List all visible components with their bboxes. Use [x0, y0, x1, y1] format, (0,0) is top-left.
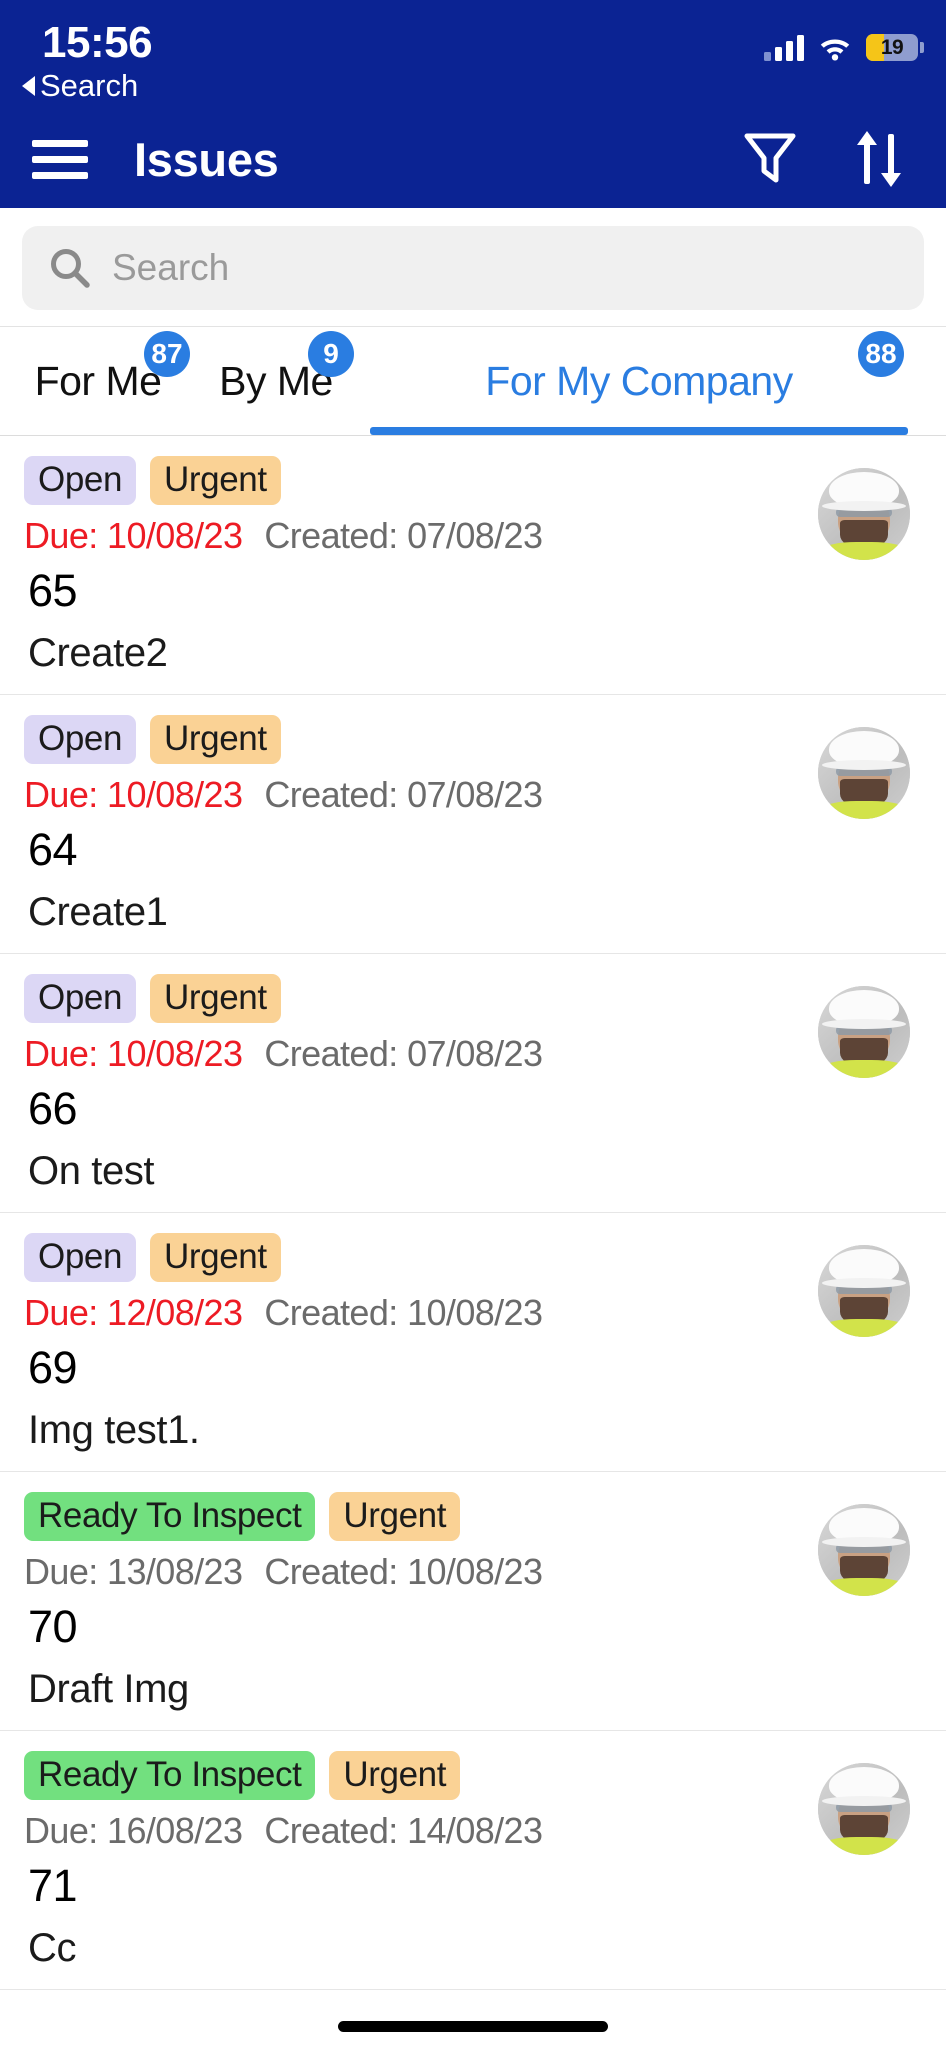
- status-bar: 15:56 Search 19: [0, 14, 946, 110]
- issue-title: Img test1.: [28, 1408, 200, 1452]
- issue-dates: Due: 12/08/23 Created: 10/08/23: [24, 1292, 922, 1334]
- back-to-search-link[interactable]: Search: [22, 68, 138, 104]
- issue-id: 70: [28, 1601, 78, 1652]
- issue-scope-tabs: For Me 87 By Me 9 For My Company 88: [0, 326, 946, 436]
- search-section: [0, 208, 946, 326]
- created-date: Created: 14/08/23: [264, 1810, 543, 1851]
- issue-dates: Due: 10/08/23 Created: 07/08/23: [24, 774, 922, 816]
- search-input[interactable]: [112, 247, 898, 289]
- issue-list-item[interactable]: Ready To Inspect Urgent Due: 13/08/23 Cr…: [0, 1472, 946, 1731]
- issue-list-item[interactable]: Open Urgent Due: 10/08/23 Created: 07/08…: [0, 436, 946, 695]
- issue-badges: Ready To Inspect Urgent: [24, 1751, 922, 1800]
- due-date: Due: 10/08/23: [24, 515, 243, 556]
- assignee-avatar[interactable]: [818, 727, 910, 819]
- filter-funnel-icon[interactable]: [742, 129, 798, 189]
- issue-id: 65: [28, 565, 78, 616]
- priority-badge: Urgent: [150, 715, 281, 764]
- status-badge: Open: [24, 715, 137, 764]
- battery-level-label: 19: [880, 35, 904, 59]
- status-badge: Ready To Inspect: [24, 1751, 316, 1800]
- tab-by-me-badge: 9: [308, 331, 354, 377]
- navigation-bar: Issues: [0, 110, 946, 208]
- created-date: Created: 10/08/23: [264, 1551, 543, 1592]
- tab-by-me[interactable]: By Me 9: [206, 327, 354, 435]
- created-date: Created: 07/08/23: [264, 515, 543, 556]
- top-chrome: 15:56 Search 19 Issues: [0, 0, 946, 208]
- assignee-avatar[interactable]: [818, 1763, 910, 1855]
- status-badge: Open: [24, 1233, 137, 1282]
- nav-actions: [742, 128, 914, 190]
- issue-title: On test: [28, 1149, 155, 1193]
- tab-for-my-company-underline: [370, 427, 908, 435]
- status-badge: Open: [24, 456, 137, 505]
- back-chevron-icon: [22, 76, 35, 96]
- tab-for-my-company-label: For My Company: [485, 357, 793, 404]
- issue-list-item[interactable]: Open Urgent Due: 12/08/23 Created: 10/08…: [0, 1213, 946, 1472]
- issue-dates: Due: 13/08/23 Created: 10/08/23: [24, 1551, 922, 1593]
- priority-badge: Urgent: [329, 1492, 461, 1541]
- issue-list-item[interactable]: Ready To Inspect Urgent Due: 16/08/23 Cr…: [0, 1731, 946, 1990]
- status-indicators: 19: [764, 34, 924, 61]
- priority-badge: Urgent: [150, 456, 281, 505]
- created-date: Created: 07/08/23: [264, 1033, 543, 1074]
- issue-id: 64: [28, 824, 78, 875]
- issue-id: 66: [28, 1083, 78, 1134]
- assignee-avatar[interactable]: [818, 1245, 910, 1337]
- due-date: Due: 10/08/23: [24, 774, 243, 815]
- issue-title: Draft Img: [28, 1667, 189, 1711]
- issue-dates: Due: 10/08/23 Created: 07/08/23: [24, 1033, 922, 1075]
- search-bar[interactable]: [22, 226, 924, 310]
- battery-icon: 19: [866, 34, 924, 61]
- sort-arrows-icon[interactable]: [854, 128, 904, 190]
- home-indicator: [338, 2021, 608, 2032]
- assignee-avatar[interactable]: [818, 986, 910, 1078]
- issue-title: Create2: [28, 631, 168, 675]
- page-title: Issues: [134, 132, 279, 186]
- back-link-label: Search: [40, 68, 139, 103]
- issue-badges: Open Urgent: [24, 1233, 922, 1282]
- tab-for-me-badge: 87: [144, 331, 190, 377]
- issue-id: 69: [28, 1342, 78, 1393]
- assignee-avatar[interactable]: [818, 468, 910, 560]
- issue-list-item[interactable]: Open Urgent Due: 10/08/23 Created: 07/08…: [0, 695, 946, 954]
- wifi-icon: [818, 35, 852, 61]
- tab-for-my-company-badge: 88: [858, 331, 904, 377]
- issue-badges: Open Urgent: [24, 974, 922, 1023]
- issue-id: 71: [28, 1860, 78, 1911]
- tab-for-me[interactable]: For Me 87: [0, 327, 196, 435]
- issue-list[interactable]: Open Urgent Due: 10/08/23 Created: 07/08…: [0, 436, 946, 2048]
- issue-list-item[interactable]: Open Urgent Due: 10/08/23 Created: 07/08…: [0, 954, 946, 1213]
- issue-title: Cc: [28, 1926, 77, 1970]
- hamburger-menu-icon[interactable]: [32, 139, 88, 179]
- created-date: Created: 10/08/23: [264, 1292, 543, 1333]
- due-date: Due: 12/08/23: [24, 1292, 243, 1333]
- due-date: Due: 13/08/23: [24, 1551, 243, 1592]
- issue-badges: Open Urgent: [24, 456, 922, 505]
- issue-badges: Open Urgent: [24, 715, 922, 764]
- tab-for-me-label: For Me: [34, 357, 162, 404]
- issue-dates: Due: 10/08/23 Created: 07/08/23: [24, 515, 922, 557]
- cellular-signal-icon: [764, 34, 804, 61]
- status-badge: Open: [24, 974, 137, 1023]
- status-badge: Ready To Inspect: [24, 1492, 316, 1541]
- assignee-avatar[interactable]: [818, 1504, 910, 1596]
- created-date: Created: 07/08/23: [264, 774, 543, 815]
- priority-badge: Urgent: [150, 1233, 281, 1282]
- phone-screen: 15:56 Search 19 Issues Search For Me 87 …: [0, 0, 946, 2048]
- issue-dates: Due: 16/08/23 Created: 14/08/23: [24, 1810, 922, 1852]
- search-icon: [48, 246, 92, 290]
- priority-badge: Urgent: [150, 974, 281, 1023]
- status-time: 15:56: [42, 18, 153, 67]
- due-date: Due: 10/08/23: [24, 1033, 243, 1074]
- issue-title: Create1: [28, 890, 168, 934]
- tab-for-my-company[interactable]: For My Company 88: [370, 327, 908, 435]
- issue-badges: Ready To Inspect Urgent: [24, 1492, 922, 1541]
- due-date: Due: 16/08/23: [24, 1810, 243, 1851]
- priority-badge: Urgent: [329, 1751, 461, 1800]
